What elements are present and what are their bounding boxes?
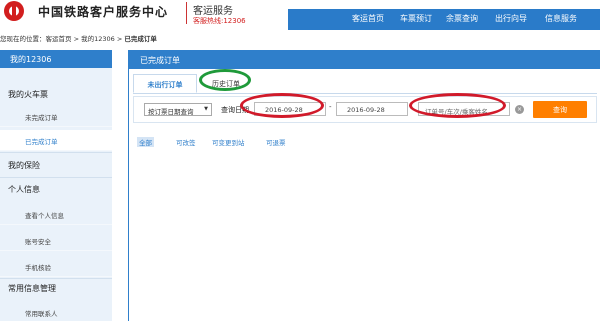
nav-home[interactable]: 客运首页	[352, 13, 384, 24]
page-header: 中国铁路客户服务中心 客运服务 客服热线:12306 客运首页 车票预订 余票查…	[0, 0, 600, 30]
query-button[interactable]: 查询	[533, 101, 587, 118]
breadcrumb: 您现在的位置：客运首页 > 我的12306 > 已完成订单	[0, 33, 157, 45]
clear-icon[interactable]: ×	[515, 105, 524, 114]
filter-change-destination[interactable]: 可变更到站	[212, 137, 245, 147]
query-type-value: 按订票日期查询	[148, 108, 194, 116]
end-date-input[interactable]: 2016-09-28	[336, 102, 408, 116]
railway-logo-icon[interactable]	[4, 1, 24, 21]
tab-history-orders[interactable]: 历史订单	[199, 74, 253, 93]
filter-refundable[interactable]: 可退票	[266, 137, 286, 147]
sidebar-item-frequent-contacts[interactable]: 常用联系人	[0, 302, 112, 321]
tab-divider	[133, 93, 597, 94]
sidebar-item-view-personal-info[interactable]: 查看个人信息	[0, 204, 112, 225]
sidebar: 我的12306 我的火车票 未完成订单 已完成订单 我的保险 个人信息 查看个人…	[0, 50, 112, 321]
sidebar-section-frequent-info[interactable]: 常用信息管理	[8, 283, 56, 294]
filter-all[interactable]: 全部	[137, 137, 154, 147]
sidebar-section-my-tickets[interactable]: 我的火车票	[8, 89, 48, 100]
date-separator: -	[329, 103, 332, 111]
main-content: 已完成订单 未出行订单 历史订单 按订票日期查询 ▼ 查询日期 2016-09-…	[128, 50, 600, 321]
top-strip	[288, 0, 600, 4]
main-nav: 客运首页 车票预订 余票查询 出行向导 信息服务	[288, 9, 600, 30]
query-date-label: 查询日期	[221, 106, 249, 114]
sidebar-divider	[0, 177, 112, 178]
nav-remaining-tickets[interactable]: 余票查询	[446, 13, 478, 24]
header-divider	[186, 2, 187, 24]
dropdown-arrow-icon: ▼	[204, 106, 208, 112]
tab-upcoming-orders[interactable]: 未出行订单	[133, 74, 197, 93]
nav-travel-guide[interactable]: 出行向导	[495, 13, 527, 24]
sidebar-item-phone-verification[interactable]: 手机核验	[0, 256, 112, 277]
service-hotline: 客服热线:12306	[193, 17, 246, 25]
service-name: 客运服务	[193, 6, 233, 17]
filter-changeable[interactable]: 可改签	[176, 137, 196, 147]
query-type-select[interactable]: 按订票日期查询 ▼	[144, 103, 212, 116]
content-title: 已完成订单	[129, 51, 600, 69]
start-date-input[interactable]: 2016-09-28	[254, 102, 326, 116]
sidebar-divider	[0, 152, 112, 153]
sidebar-section-my-insurance[interactable]: 我的保险	[8, 160, 40, 171]
sidebar-divider	[0, 278, 112, 279]
sidebar-item-unfinished-orders[interactable]: 未完成订单	[0, 106, 112, 127]
sidebar-item-account-security[interactable]: 账号安全	[0, 230, 112, 251]
nav-information-service[interactable]: 信息服务	[545, 13, 577, 24]
breadcrumb-path[interactable]: 您现在的位置：客运首页 > 我的12306 >	[0, 35, 122, 43]
nav-ticket-booking[interactable]: 车票预订	[400, 13, 432, 24]
breadcrumb-current: 已完成订单	[124, 35, 157, 43]
sidebar-section-personal-info[interactable]: 个人信息	[8, 184, 40, 195]
site-name: 中国铁路客户服务中心	[38, 5, 169, 19]
sidebar-item-completed-orders[interactable]: 已完成订单	[0, 130, 112, 151]
sidebar-title[interactable]: 我的12306	[0, 50, 112, 68]
query-panel: 按订票日期查询 ▼ 查询日期 2016-09-28 - 2016-09-28 订…	[133, 96, 597, 123]
keyword-search-input[interactable]: 订单号/车次/乘客姓名	[418, 102, 510, 116]
